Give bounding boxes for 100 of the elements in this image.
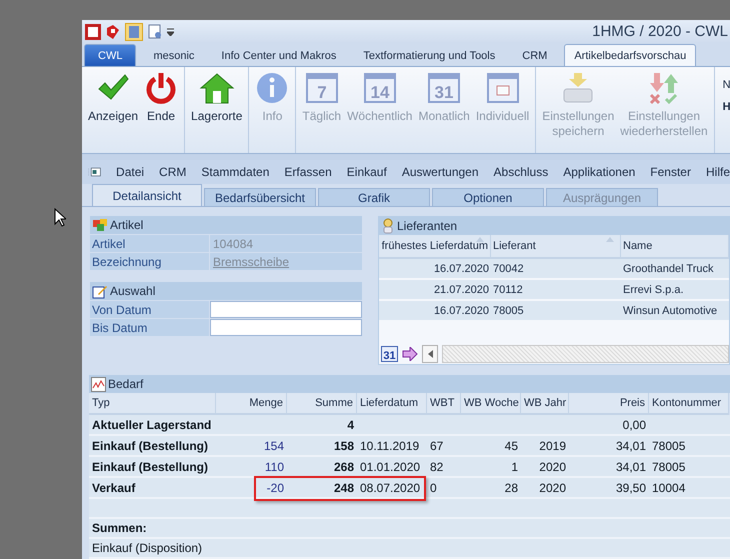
table-cell: 78005 — [491, 301, 621, 322]
ribbon-tab[interactable]: Info Center und Makros — [211, 44, 346, 66]
column-header[interactable]: WB Jahr — [521, 393, 569, 415]
table-cell: 82 — [430, 460, 444, 474]
caret-left-icon — [428, 350, 432, 358]
table-cell: 45 — [504, 438, 518, 452]
app-menu-button[interactable]: CWL — [84, 44, 136, 66]
table-cell: 70112 — [491, 280, 621, 301]
view-tab[interactable]: Bedarfsübersicht — [204, 188, 316, 206]
scrollbar-track[interactable] — [442, 345, 729, 363]
cubes-icon — [92, 218, 108, 232]
table-cell: 28 — [504, 480, 518, 494]
column-header[interactable]: WB Woche — [461, 393, 521, 415]
window-title: 1HMG / 2020 - CWL — [592, 23, 729, 40]
sort-arrow-icon — [476, 237, 484, 242]
menu-item[interactable]: Hilfe — [706, 165, 730, 179]
table-cell: 78005 — [652, 460, 686, 474]
field-label: Bis Datum — [90, 319, 209, 336]
table-cell: 21.07.2020 — [379, 280, 491, 301]
table-cell: Errevi S.p.a. — [621, 280, 729, 301]
ribbon-tab[interactable]: Textformatierung und Tools — [353, 44, 506, 66]
pencil-note-icon — [92, 284, 108, 298]
table-cell: 70042 — [491, 259, 621, 280]
menu-item[interactable]: Einkauf — [346, 165, 387, 179]
dropdown-caret-icon[interactable] — [167, 28, 174, 36]
table-cell: 268 — [334, 460, 354, 474]
column-header[interactable]: Name — [621, 235, 729, 259]
section-title: Lieferanten — [397, 219, 458, 233]
menu-item[interactable]: Stammdaten — [201, 165, 270, 179]
ribbon-button[interactable]: Lagerorte — [189, 71, 244, 153]
column-header[interactable]: frühestes Lieferdatum — [379, 235, 491, 259]
menu-item[interactable]: Auswertungen — [402, 165, 479, 179]
table-cell: Einkauf (Bestellung) — [92, 460, 208, 474]
flag-icon[interactable] — [105, 24, 121, 40]
column-header[interactable]: Summe — [287, 393, 357, 415]
ribbon-tab[interactable]: mesonic — [143, 44, 204, 66]
table-cell: 39,50 — [616, 480, 646, 494]
table-cell: Aktueller Lagerstand — [92, 418, 212, 432]
ribbon-tab[interactable]: CRM — [512, 44, 558, 66]
table-cell: -20 — [266, 480, 284, 494]
table-cell: 248 — [334, 480, 354, 494]
table-cell: 110 — [264, 460, 284, 474]
info-icon — [255, 71, 290, 105]
table-cell: 16.07.2020 — [379, 301, 491, 322]
arrow-right-icon[interactable] — [402, 347, 418, 361]
table-cell: 10.11.2019 — [360, 438, 420, 452]
table-cell: 0,00 — [622, 418, 646, 432]
totals-title: Summen: — [89, 519, 730, 539]
table-cell: 2019 — [539, 438, 566, 452]
column-header[interactable]: Kontonummer — [649, 393, 729, 415]
table-cell: 67 — [430, 438, 444, 452]
column-header[interactable]: Menge — [216, 393, 287, 415]
menu-item[interactable]: Datei — [116, 165, 144, 179]
table-cell: 34,01 — [616, 438, 646, 452]
table-cell: Einkauf (Bestellung) — [92, 438, 208, 452]
section-title: Auswahl — [110, 284, 156, 298]
menu-item[interactable]: Abschluss — [494, 165, 548, 179]
menu-item[interactable]: CRM — [159, 165, 186, 179]
table-cell: 158 — [334, 438, 354, 452]
line-chart-icon — [91, 376, 106, 392]
table-cell: Winsun Automotive — [621, 301, 729, 322]
ribbon-button[interactable]: Ende — [142, 71, 180, 153]
date-input[interactable] — [210, 319, 362, 336]
calendar-icon — [486, 71, 520, 105]
ribbon-button[interactable]: Anzeigen — [86, 71, 140, 153]
column-header[interactable]: WBT — [427, 393, 461, 415]
menu-item[interactable]: Fenster — [650, 165, 691, 179]
calendar-icon: 31 — [427, 71, 462, 105]
table-cell: 78005 — [652, 438, 686, 452]
totals-row: Einkauf (Disposition) — [89, 539, 730, 559]
person-icon — [381, 218, 395, 234]
menu-item[interactable]: Applikationen — [563, 165, 636, 179]
calendar-icon[interactable]: 31 — [381, 346, 398, 362]
view-tab[interactable]: Optionen — [432, 188, 544, 206]
table-cell: 16.07.2020 — [379, 259, 491, 280]
table-cell: 4 — [347, 418, 354, 432]
ribbon-tab[interactable]: Artikelbedarfsvorschau — [564, 44, 696, 66]
scroll-left-button[interactable] — [422, 345, 438, 363]
calendar-icon: 14 — [362, 71, 397, 105]
table-cell: 154 — [264, 438, 284, 452]
table-cell: 0 — [430, 480, 437, 494]
table-cell: 1 — [511, 460, 518, 474]
column-header[interactable]: Lieferant — [491, 235, 621, 259]
window-icon — [88, 165, 102, 179]
column-header[interactable]: Typ — [89, 393, 216, 415]
column-header[interactable]: Lieferdatum — [357, 393, 427, 415]
column-header[interactable]: Preis — [569, 393, 649, 415]
power-icon — [144, 71, 178, 105]
view-tab[interactable]: Detailansicht — [92, 184, 202, 206]
mouse-cursor-icon — [54, 208, 66, 227]
print-preview-icon[interactable] — [147, 24, 163, 40]
menu-item[interactable]: Erfassen — [284, 165, 332, 179]
view-tab[interactable]: Grafik — [318, 188, 430, 206]
field-value: 104084 — [210, 235, 362, 252]
section-title: Artikel — [110, 218, 144, 232]
date-input[interactable] — [210, 301, 362, 318]
table-cell: 08.07.2020 — [360, 480, 420, 494]
table-cell: 2020 — [539, 460, 566, 474]
table-cell: 10004 — [652, 480, 686, 494]
sort-arrow-icon — [606, 237, 614, 242]
